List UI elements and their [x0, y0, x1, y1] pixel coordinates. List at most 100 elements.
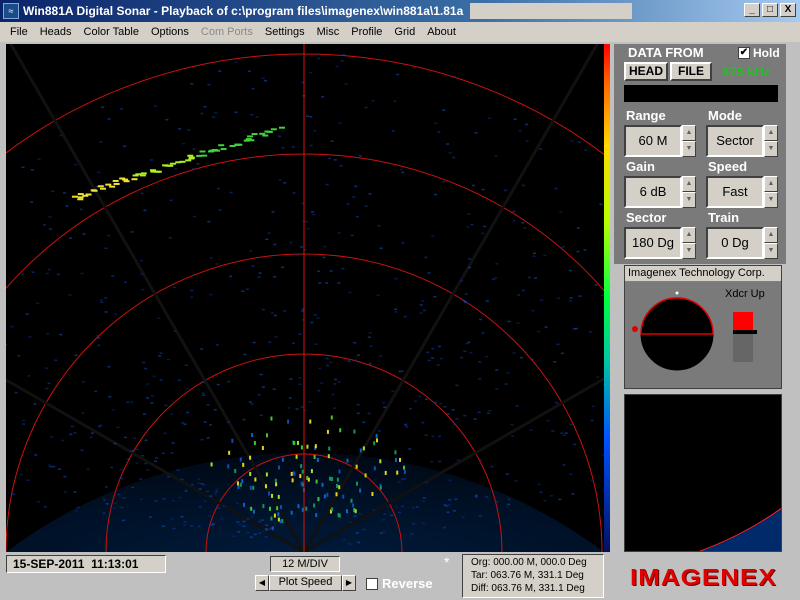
- close-button[interactable]: X: [780, 3, 796, 17]
- speed-value[interactable]: Fast: [706, 176, 764, 208]
- sonar-display[interactable]: [6, 44, 604, 552]
- reverse-checkbox[interactable]: [366, 577, 378, 590]
- echo-speck: [190, 483, 194, 486]
- sonar-image[interactable]: [6, 44, 604, 552]
- train-value[interactable]: 0 Dg: [706, 227, 764, 259]
- plot-speed-right-button[interactable]: ▶: [342, 575, 356, 591]
- echo-speck: [290, 471, 293, 476]
- target-echo: [170, 162, 177, 165]
- echo-speck: [422, 522, 426, 524]
- echo-speck: [21, 166, 25, 169]
- echo-speck: [315, 513, 318, 518]
- echo-speck: [268, 528, 272, 530]
- echo-speck: [371, 99, 375, 102]
- plot-speed-button[interactable]: Plot Speed: [269, 575, 342, 591]
- echo-speck: [217, 507, 221, 510]
- plot-speed-left-button[interactable]: ◀: [255, 575, 269, 591]
- sector-spinner[interactable]: 180 Dg ▲ ▼: [624, 227, 696, 259]
- range-spinner[interactable]: 60 M ▲ ▼: [624, 125, 696, 157]
- menu-heads[interactable]: Heads: [34, 26, 78, 38]
- echo-speck: [309, 144, 313, 147]
- menu-profile[interactable]: Profile: [345, 26, 388, 38]
- sector-up-button[interactable]: ▲: [682, 227, 696, 243]
- train-up-button[interactable]: ▲: [764, 227, 778, 243]
- echo-speck: [259, 414, 263, 416]
- speed-up-button[interactable]: ▲: [764, 176, 778, 192]
- echo-speck: [364, 473, 367, 478]
- echo-speck: [159, 379, 163, 381]
- echo-speck: [398, 511, 402, 514]
- echo-speck: [162, 498, 166, 500]
- echo-speck: [331, 507, 334, 512]
- datetime-display: 15-SEP-2011 11:13:01: [6, 555, 166, 573]
- menu-misc[interactable]: Misc: [311, 26, 346, 38]
- echo-speck: [460, 356, 464, 359]
- echo-speck: [241, 479, 244, 484]
- range-down-button[interactable]: ▼: [682, 141, 696, 157]
- imagenex-logo: IMAGENEX: [630, 563, 777, 591]
- echo-speck: [419, 312, 423, 314]
- echo-speck: [578, 264, 582, 267]
- menu-color-table[interactable]: Color Table: [78, 26, 145, 38]
- echo-speck: [273, 513, 276, 518]
- mode-up-button[interactable]: ▲: [764, 125, 778, 141]
- echo-speck: [418, 395, 422, 398]
- echo-speck: [215, 344, 219, 346]
- echo-speck: [437, 345, 441, 348]
- mode-spinner[interactable]: Sector ▲ ▼: [706, 125, 778, 157]
- mode-down-button[interactable]: ▼: [764, 141, 778, 157]
- sector-down-button[interactable]: ▼: [682, 243, 696, 259]
- menu-grid[interactable]: Grid: [388, 26, 421, 38]
- hold-checkbox[interactable]: ✔: [738, 47, 750, 59]
- echo-speck: [36, 501, 40, 503]
- menu-file[interactable]: File: [4, 26, 34, 38]
- hold-toggle[interactable]: ✔ Hold: [738, 46, 780, 60]
- echo-speck: [367, 412, 371, 415]
- echo-speck: [103, 499, 107, 501]
- menu-about[interactable]: About: [421, 26, 462, 38]
- echo-speck: [298, 383, 302, 385]
- app-icon[interactable]: ≈: [3, 3, 19, 19]
- range-value[interactable]: 60 M: [624, 125, 682, 157]
- echo-speck: [527, 276, 531, 279]
- gain-value[interactable]: 6 dB: [624, 176, 682, 208]
- head-button[interactable]: HEAD: [624, 62, 668, 81]
- file-button[interactable]: FILE: [670, 62, 712, 81]
- echo-speck: [229, 275, 233, 278]
- train-down-button[interactable]: ▼: [764, 243, 778, 259]
- menu-settings[interactable]: Settings: [259, 26, 311, 38]
- echo-speck: [170, 518, 174, 520]
- echo-speck: [111, 275, 115, 277]
- echo-speck: [578, 141, 582, 143]
- reverse-toggle[interactable]: Reverse: [366, 576, 433, 591]
- echo-speck: [431, 357, 435, 359]
- echo-speck: [369, 345, 373, 347]
- echo-speck: [329, 476, 332, 481]
- train-spinner[interactable]: 0 Dg ▲ ▼: [706, 227, 778, 259]
- target-echo: [105, 183, 112, 186]
- echo-speck: [452, 510, 456, 512]
- profile-display[interactable]: [624, 394, 782, 552]
- echo-speck: [462, 300, 466, 302]
- tilt-handle[interactable]: [733, 330, 757, 334]
- gain-up-button[interactable]: ▲: [682, 176, 696, 192]
- mode-value[interactable]: Sector: [706, 125, 764, 157]
- gain-spinner[interactable]: 6 dB ▲ ▼: [624, 176, 696, 208]
- speed-down-button[interactable]: ▼: [764, 192, 778, 208]
- echo-speck: [258, 532, 262, 535]
- minimize-button[interactable]: _: [744, 3, 760, 17]
- echo-speck: [377, 224, 381, 227]
- train-marker[interactable]: [632, 326, 638, 332]
- gain-down-button[interactable]: ▼: [682, 192, 696, 208]
- echo-speck: [322, 256, 326, 259]
- menu-options[interactable]: Options: [145, 26, 195, 38]
- maximize-button[interactable]: □: [762, 3, 778, 17]
- sector-value[interactable]: 180 Dg: [624, 227, 682, 259]
- echo-speck: [10, 325, 14, 328]
- range-up-button[interactable]: ▲: [682, 125, 696, 141]
- target-echo: [123, 180, 130, 183]
- echo-speck: [368, 362, 372, 365]
- speed-spinner[interactable]: Fast ▲ ▼: [706, 176, 778, 208]
- echo-speck: [330, 140, 334, 142]
- echo-speck: [599, 203, 603, 205]
